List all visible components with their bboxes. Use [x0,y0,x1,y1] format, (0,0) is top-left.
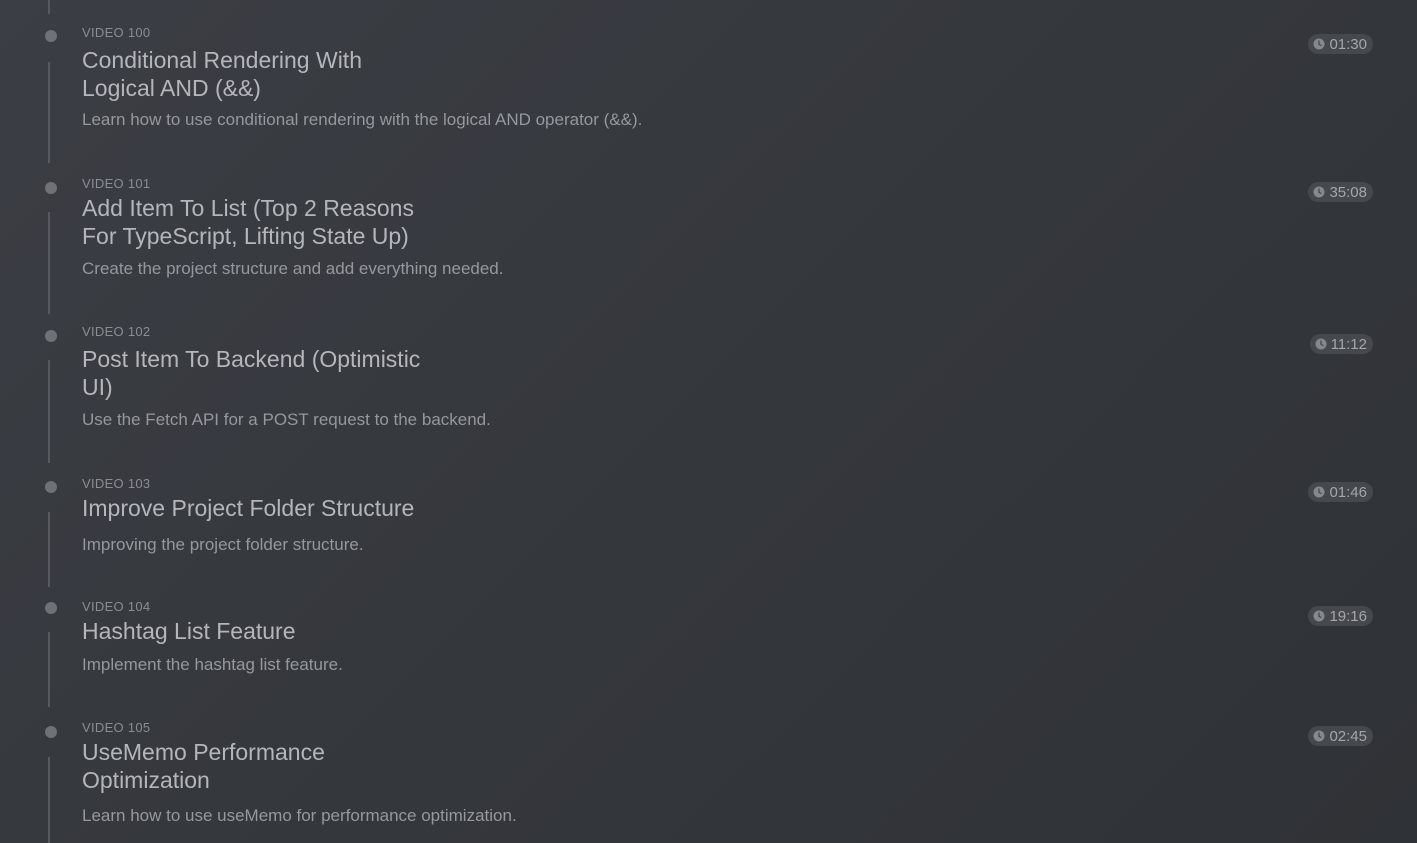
video-item-100[interactable]: VIDEO 100 Conditional Rendering With Log… [0,0,1417,165]
video-item-101[interactable]: VIDEO 101 Add Item To List (Top 2 Reason… [0,170,1417,316]
duration-badge: 11:12 [1309,334,1373,354]
video-title[interactable]: Post Item To Backend (Optimistic UI) [82,345,420,401]
timeline-line [48,632,50,707]
timeline-dot [45,726,57,738]
video-item-102[interactable]: VIDEO 102 Post Item To Backend (Optimist… [0,318,1417,465]
duration-text: 01:46 [1329,483,1367,501]
duration-text: 19:16 [1329,607,1367,625]
video-title[interactable]: Hashtag List Feature [82,617,296,645]
timeline-dot [45,602,57,614]
clock-icon [1313,730,1325,742]
video-timeline: VIDEO 100 Conditional Rendering With Log… [0,0,1417,843]
video-title-line-1: Post Item To Backend (Optimistic [82,346,421,372]
video-title-line-1: Add Item To List (Top 2 Reasons [82,195,414,221]
video-number-label: VIDEO 100 [82,25,151,40]
duration-badge: 01:46 [1308,482,1373,502]
video-description: Learn how to use conditional rendering w… [82,110,643,129]
clock-icon [1313,38,1325,50]
timeline-dot [45,182,57,194]
clock-icon [1313,486,1325,498]
video-number-label: VIDEO 104 [82,599,151,614]
video-description: Learn how to use useMemo for performance… [82,806,517,825]
video-number-label: VIDEO 105 [82,720,151,735]
duration-text: 01:30 [1329,35,1367,53]
video-title[interactable]: UseMemo Performance Optimization [82,738,325,794]
timeline-dot [45,330,57,342]
video-title[interactable]: Conditional Rendering With Logical AND (… [82,46,362,102]
video-item-103[interactable]: VIDEO 103 Improve Project Folder Structu… [0,470,1417,590]
video-title-line-1: UseMemo Performance [82,739,325,765]
video-description: Implement the hashtag list feature. [82,655,343,674]
video-number-label: VIDEO 101 [82,176,151,191]
video-title-line-1: Conditional Rendering With [82,47,362,73]
video-description: Use the Fetch API for a POST request to … [82,410,491,429]
duration-badge: 35:08 [1308,182,1373,202]
duration-badge: 02:45 [1308,726,1373,746]
video-description: Improving the project folder structure. [82,535,364,554]
video-title[interactable]: Add Item To List (Top 2 Reasons For Type… [82,194,414,250]
duration-badge: 01:30 [1308,34,1373,54]
duration-text: 02:45 [1329,727,1367,745]
clock-icon [1315,338,1327,350]
duration-text: 11:12 [1330,335,1367,353]
video-title-line-2: For TypeScript, Lifting State Up) [82,223,409,249]
video-title[interactable]: Improve Project Folder Structure [82,494,414,522]
video-title-line-2: Logical AND (&&) [82,75,261,101]
timeline-dot [45,30,57,42]
video-title-line-1: Improve Project Folder Structure [82,495,415,521]
clock-icon [1313,610,1325,622]
video-title-line-1: Hashtag List Feature [82,618,296,644]
timeline-line [48,62,50,163]
video-item-104[interactable]: VIDEO 104 Hashtag List Feature Implement… [0,594,1417,709]
video-number-label: VIDEO 103 [82,476,151,491]
timeline-line [48,212,50,314]
timeline-line [48,512,50,587]
timeline-line [48,360,50,463]
timeline-line [48,757,50,843]
duration-badge: 19:16 [1308,606,1373,626]
clock-icon [1313,186,1325,198]
duration-text: 35:08 [1329,183,1367,201]
video-item-105[interactable]: VIDEO 105 UseMemo Performance Optimizati… [0,714,1417,843]
video-title-line-2: UI) [82,374,113,400]
video-number-label: VIDEO 102 [82,324,151,339]
timeline-dot [45,481,57,493]
video-description: Create the project structure and add eve… [82,259,504,278]
video-title-line-2: Optimization [82,767,210,793]
